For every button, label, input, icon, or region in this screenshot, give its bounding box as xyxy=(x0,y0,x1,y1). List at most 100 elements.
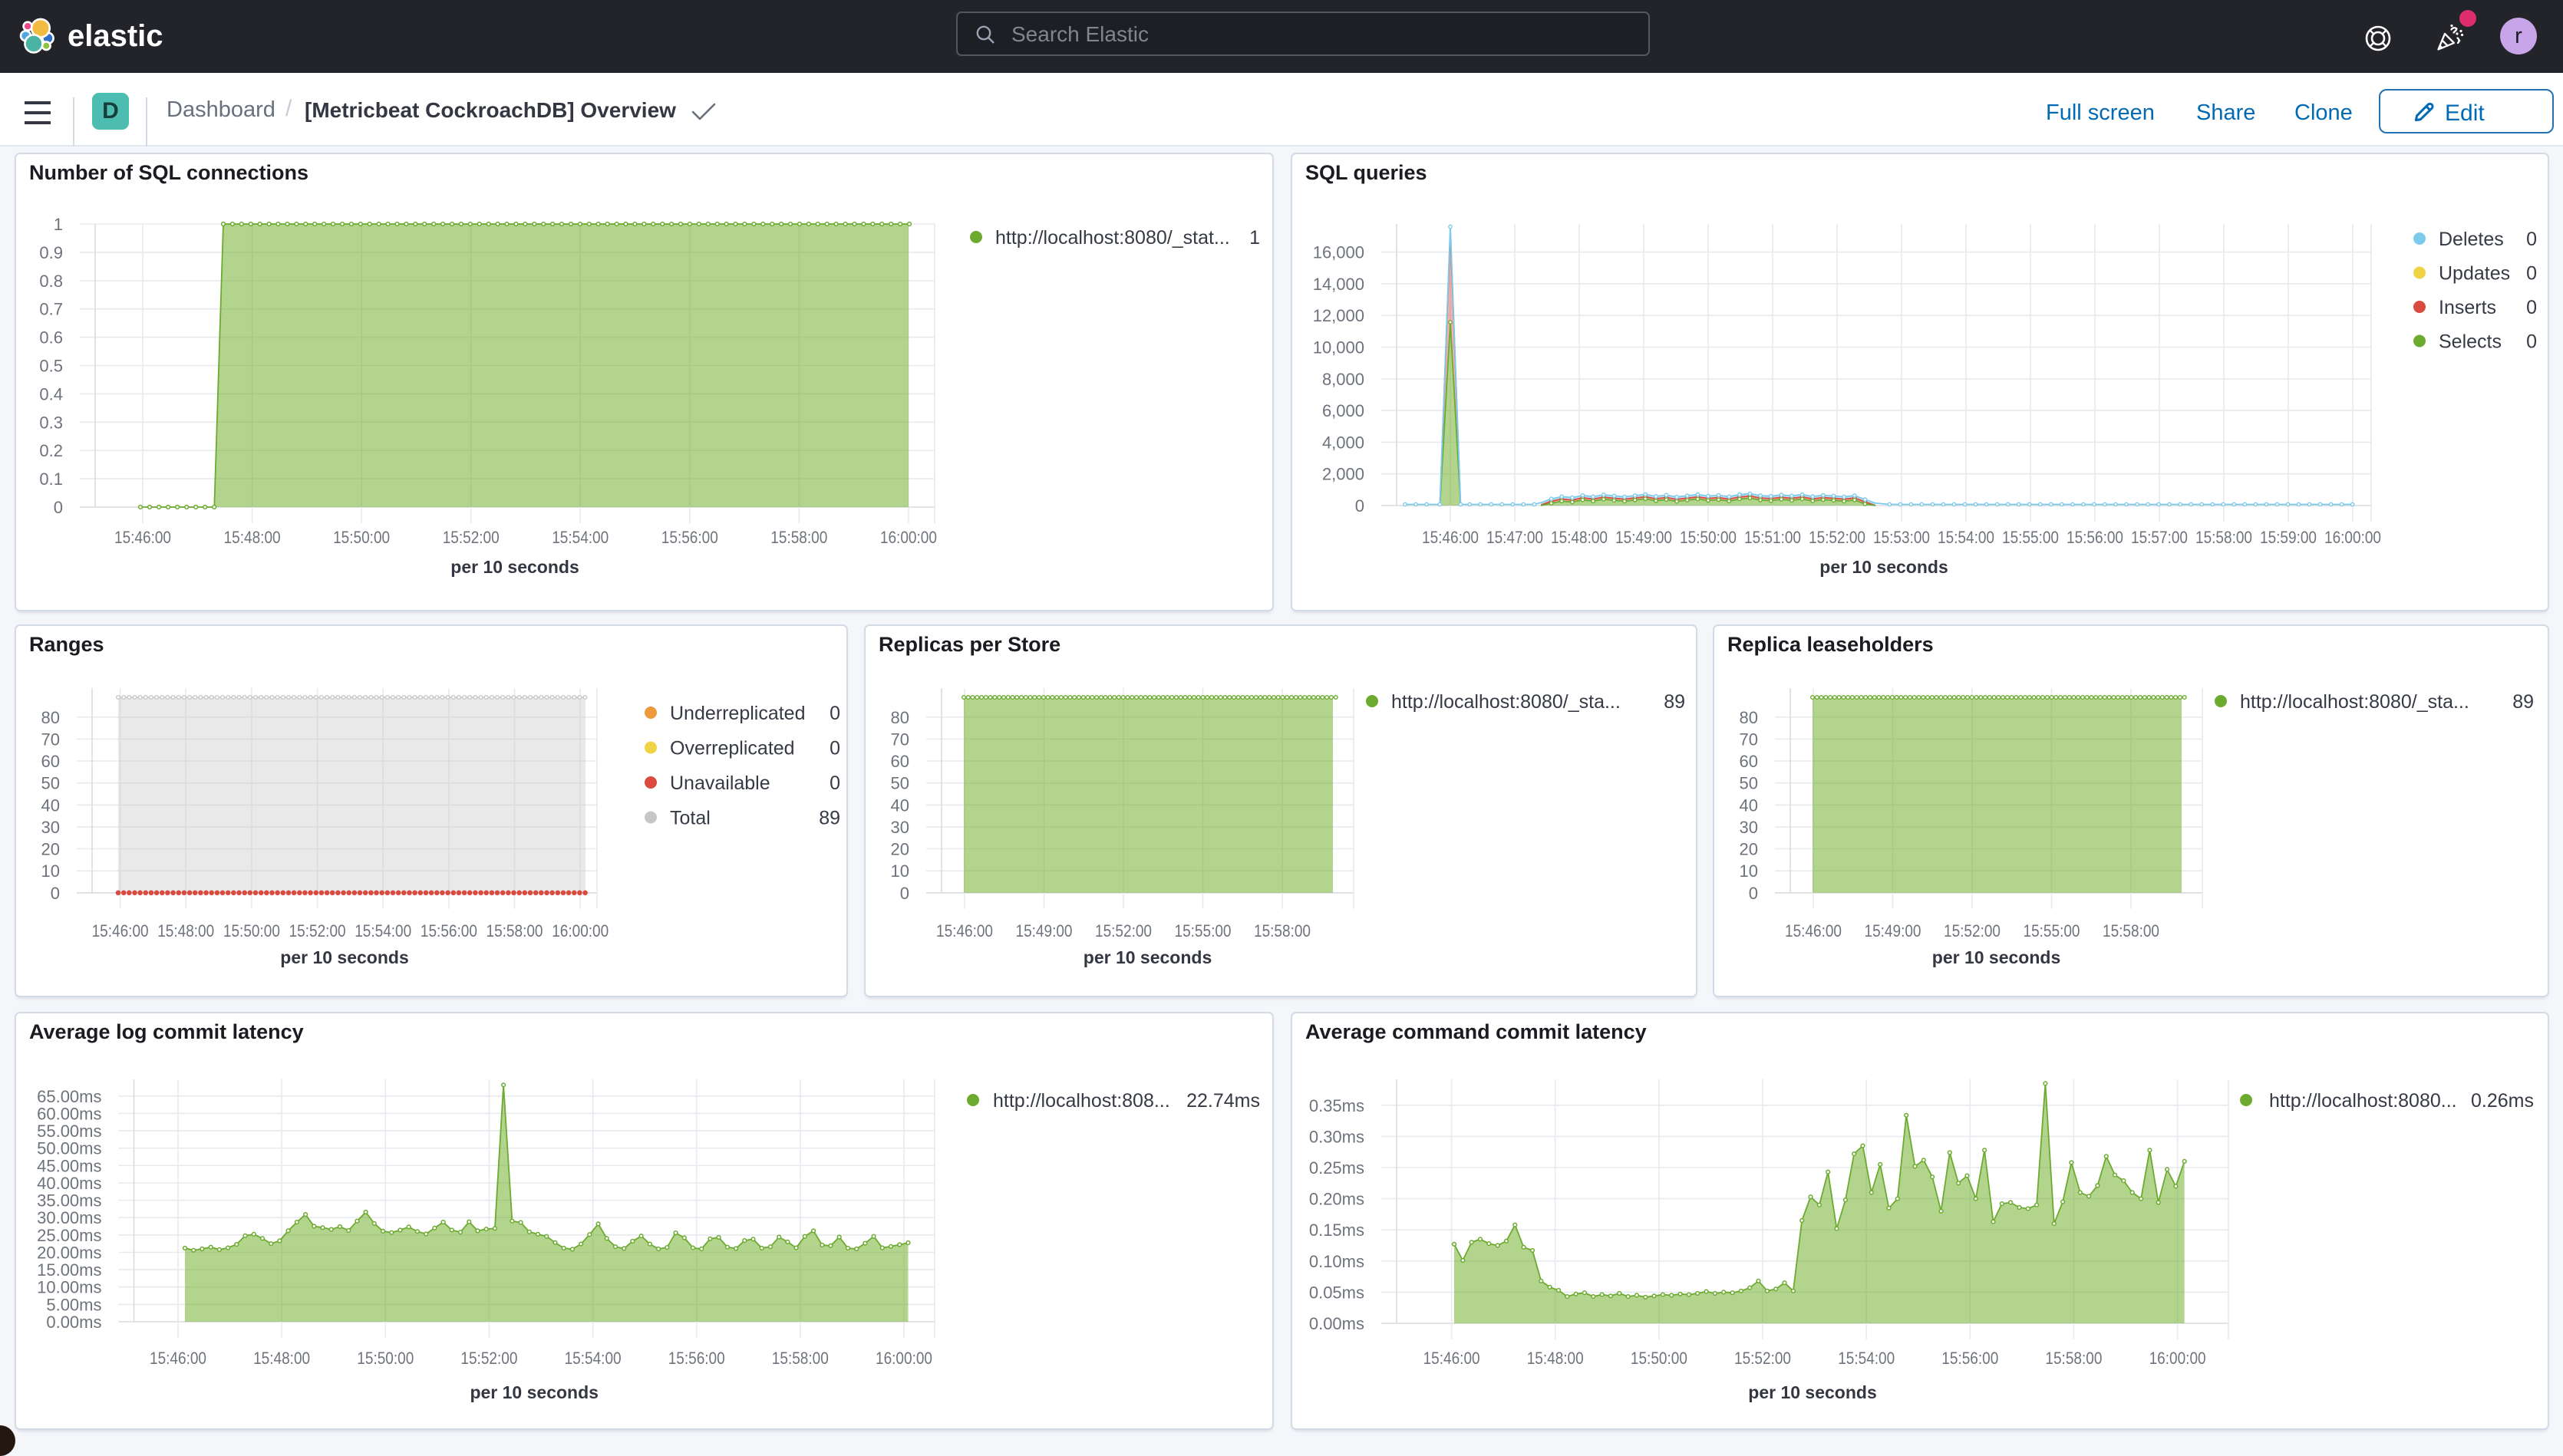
svg-text:15:50:00: 15:50:00 xyxy=(223,921,280,940)
svg-text:15:46:00: 15:46:00 xyxy=(1422,528,1479,547)
svg-text:55.00ms: 55.00ms xyxy=(37,1122,101,1141)
svg-text:15:59:00: 15:59:00 xyxy=(2260,528,2317,547)
svg-text:0.05ms: 0.05ms xyxy=(1309,1283,1364,1302)
svg-text:20: 20 xyxy=(1740,840,1758,859)
svg-text:15:46:00: 15:46:00 xyxy=(92,921,149,940)
svg-text:1: 1 xyxy=(1249,227,1260,249)
svg-text:15:49:00: 15:49:00 xyxy=(1016,921,1073,940)
svg-text:0.20ms: 0.20ms xyxy=(1309,1190,1364,1209)
svg-text:15:53:00: 15:53:00 xyxy=(1873,528,1930,547)
svg-text:0: 0 xyxy=(1749,884,1758,903)
svg-text:0.00ms: 0.00ms xyxy=(46,1313,101,1332)
svg-text:15:46:00: 15:46:00 xyxy=(114,528,171,547)
svg-text:40: 40 xyxy=(1740,796,1758,815)
svg-text:Unavailable: Unavailable xyxy=(670,772,770,794)
svg-text:10,000: 10,000 xyxy=(1313,338,1364,357)
svg-text:per 10 seconds: per 10 seconds xyxy=(1084,947,1212,967)
svg-text:15:55:00: 15:55:00 xyxy=(2024,921,2080,940)
svg-text:15:48:00: 15:48:00 xyxy=(157,921,214,940)
svg-text:15:54:00: 15:54:00 xyxy=(1938,528,1994,547)
svg-text:15:54:00: 15:54:00 xyxy=(565,1349,622,1368)
svg-text:10: 10 xyxy=(1740,861,1758,881)
svg-text:15:50:00: 15:50:00 xyxy=(357,1349,414,1368)
svg-text:30: 30 xyxy=(1740,818,1758,837)
svg-text:15:48:00: 15:48:00 xyxy=(224,528,281,547)
svg-text:25.00ms: 25.00ms xyxy=(37,1226,101,1245)
svg-text:15:50:00: 15:50:00 xyxy=(333,528,390,547)
svg-text:50: 50 xyxy=(891,774,909,793)
svg-text:per 10 seconds: per 10 seconds xyxy=(450,557,579,577)
svg-text:http://localhost:8080...: http://localhost:8080... xyxy=(2269,1090,2457,1112)
svg-text:65.00ms: 65.00ms xyxy=(37,1087,101,1106)
svg-text:0.5: 0.5 xyxy=(39,357,63,376)
svg-text:16:00:00: 16:00:00 xyxy=(876,1349,932,1368)
svg-text:15:52:00: 15:52:00 xyxy=(443,528,500,547)
svg-text:Replicas per Store: Replicas per Store xyxy=(879,633,1060,656)
svg-text:50: 50 xyxy=(41,774,60,793)
svg-text:SQL queries: SQL queries xyxy=(1305,161,1427,184)
svg-text:15:58:00: 15:58:00 xyxy=(1254,921,1311,940)
svg-text:0: 0 xyxy=(2526,263,2537,285)
svg-text:15:58:00: 15:58:00 xyxy=(2045,1349,2102,1368)
svg-text:30: 30 xyxy=(891,818,909,837)
svg-text:0.10ms: 0.10ms xyxy=(1309,1252,1364,1271)
svg-text:0: 0 xyxy=(54,498,63,517)
svg-text:80: 80 xyxy=(891,708,909,727)
svg-text:0.4: 0.4 xyxy=(39,384,63,404)
svg-text:15:54:00: 15:54:00 xyxy=(355,921,411,940)
svg-text:70: 70 xyxy=(1740,730,1758,749)
svg-text:15:58:00: 15:58:00 xyxy=(2103,921,2159,940)
svg-text:0.7: 0.7 xyxy=(39,300,63,319)
svg-text:4,000: 4,000 xyxy=(1322,433,1364,452)
svg-text:15:58:00: 15:58:00 xyxy=(2195,528,2252,547)
svg-text:per 10 seconds: per 10 seconds xyxy=(1819,557,1948,577)
svg-text:60: 60 xyxy=(891,752,909,771)
svg-text:15:49:00: 15:49:00 xyxy=(1615,528,1672,547)
svg-text:15:56:00: 15:56:00 xyxy=(668,1349,725,1368)
svg-text:15:48:00: 15:48:00 xyxy=(253,1349,310,1368)
svg-text:15:51:00: 15:51:00 xyxy=(1744,528,1801,547)
svg-text:45.00ms: 45.00ms xyxy=(37,1156,101,1175)
svg-text:0: 0 xyxy=(830,772,840,794)
svg-text:2,000: 2,000 xyxy=(1322,465,1364,484)
svg-text:15:46:00: 15:46:00 xyxy=(1423,1349,1480,1368)
svg-text:Total: Total xyxy=(670,808,711,829)
svg-text:40.00ms: 40.00ms xyxy=(37,1174,101,1193)
svg-text:15:56:00: 15:56:00 xyxy=(2067,528,2123,547)
svg-text:Updates: Updates xyxy=(2439,263,2510,285)
svg-text:0: 0 xyxy=(51,884,60,903)
svg-text:1: 1 xyxy=(54,215,63,234)
svg-text:15:48:00: 15:48:00 xyxy=(1551,528,1608,547)
svg-text:0.9: 0.9 xyxy=(39,243,63,262)
svg-text:20: 20 xyxy=(891,840,909,859)
svg-text:Ranges: Ranges xyxy=(29,633,104,656)
svg-text:10.00ms: 10.00ms xyxy=(37,1278,101,1297)
svg-text:per 10 seconds: per 10 seconds xyxy=(470,1382,598,1402)
svg-text:30: 30 xyxy=(41,818,60,837)
svg-text:15:56:00: 15:56:00 xyxy=(421,921,477,940)
svg-text:0.1: 0.1 xyxy=(39,469,63,489)
svg-text:15:52:00: 15:52:00 xyxy=(1095,921,1152,940)
svg-text:Number of SQL connections: Number of SQL connections xyxy=(29,161,308,184)
svg-text:15:52:00: 15:52:00 xyxy=(460,1349,517,1368)
svg-text:20: 20 xyxy=(41,840,60,859)
svg-text:Deletes: Deletes xyxy=(2439,229,2504,250)
svg-text:per 10 seconds: per 10 seconds xyxy=(280,947,408,967)
svg-text:0.15ms: 0.15ms xyxy=(1309,1220,1364,1240)
svg-text:0.8: 0.8 xyxy=(39,272,63,291)
svg-text:Overreplicated: Overreplicated xyxy=(670,738,795,759)
svg-text:0: 0 xyxy=(2526,229,2537,250)
svg-text:0: 0 xyxy=(1355,496,1364,516)
svg-text:Average log commit latency: Average log commit latency xyxy=(29,1020,304,1043)
svg-text:15:55:00: 15:55:00 xyxy=(2002,528,2059,547)
svg-text:15:56:00: 15:56:00 xyxy=(1941,1349,1998,1368)
svg-text:70: 70 xyxy=(891,730,909,749)
svg-text:16:00:00: 16:00:00 xyxy=(880,528,937,547)
svg-text:89: 89 xyxy=(819,808,840,829)
svg-text:60.00ms: 60.00ms xyxy=(37,1104,101,1123)
svg-text:per 10 seconds: per 10 seconds xyxy=(1932,947,2060,967)
svg-text:15:58:00: 15:58:00 xyxy=(772,1349,829,1368)
svg-text:15:46:00: 15:46:00 xyxy=(150,1349,206,1368)
svg-text:15:57:00: 15:57:00 xyxy=(2131,528,2188,547)
svg-text:per 10 seconds: per 10 seconds xyxy=(1748,1382,1876,1402)
